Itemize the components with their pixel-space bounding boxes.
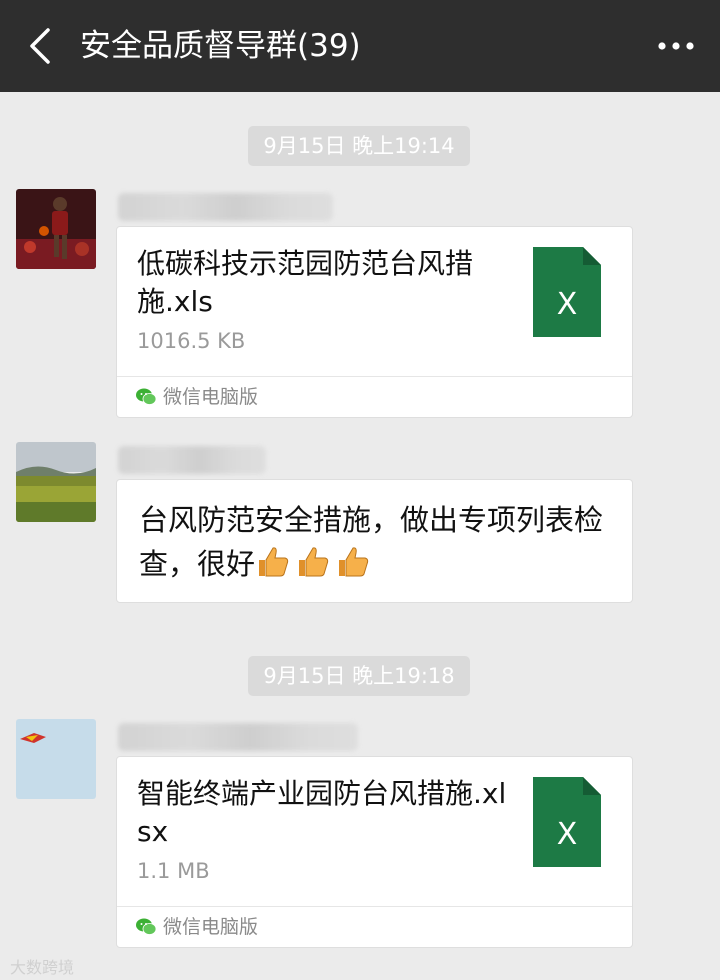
message-timestamp: 9月15日 晚上19:14 — [248, 126, 470, 166]
file-message[interactable]: 低碳科技示范园防范台风措施.xls 1016.5 KB X 微信电脑版 — [116, 226, 633, 418]
sender-name-blurred — [118, 723, 358, 751]
wechat-icon — [135, 386, 157, 408]
file-name: 智能终端产业园防台风措施.xlsx — [137, 777, 507, 848]
file-message[interactable]: 智能终端产业园防台风措施.xlsx 1.1 MB X 微信电脑版 — [116, 756, 633, 948]
sender-name-blurred — [118, 446, 266, 474]
excel-icon-letter: X — [557, 817, 578, 852]
file-size: 1016.5 KB — [137, 329, 246, 353]
sender-avatar[interactable] — [16, 442, 96, 522]
back-button[interactable] — [18, 22, 66, 70]
excel-file-icon: X — [533, 777, 601, 867]
excel-file-icon: X — [533, 247, 601, 337]
thumbs-up-icon — [335, 544, 371, 580]
file-size: 1.1 MB — [137, 859, 210, 883]
wechat-icon — [135, 916, 157, 938]
thumbs-up-icon — [255, 544, 291, 580]
chat-title: 安全品质督导群(39) — [80, 28, 361, 64]
sender-avatar[interactable] — [16, 189, 96, 269]
message-timestamp: 9月15日 晚上19:18 — [248, 656, 470, 696]
footer-source-label: 微信电脑版 — [163, 916, 259, 938]
chat-header: 安全品质督导群(39) — [0, 0, 720, 92]
message-text: 台风防范安全措施，做出专项列表检查，很好 — [139, 498, 617, 586]
card-footer: 微信电脑版 — [117, 376, 632, 417]
file-name: 低碳科技示范园防范台风措施.xls — [137, 247, 474, 318]
excel-icon-letter: X — [557, 287, 578, 322]
text-message[interactable]: 台风防范安全措施，做出专项列表检查，很好 — [116, 479, 633, 603]
watermark: 大数跨境 — [10, 958, 75, 977]
card-footer: 微信电脑版 — [117, 906, 632, 947]
more-dots-icon — [658, 42, 694, 50]
thumbs-up-icon — [295, 544, 331, 580]
footer-source-label: 微信电脑版 — [163, 386, 259, 408]
sender-avatar[interactable] — [16, 719, 96, 799]
chevron-left-icon — [30, 28, 50, 64]
sender-name-blurred — [118, 193, 333, 221]
more-button[interactable] — [652, 22, 700, 70]
